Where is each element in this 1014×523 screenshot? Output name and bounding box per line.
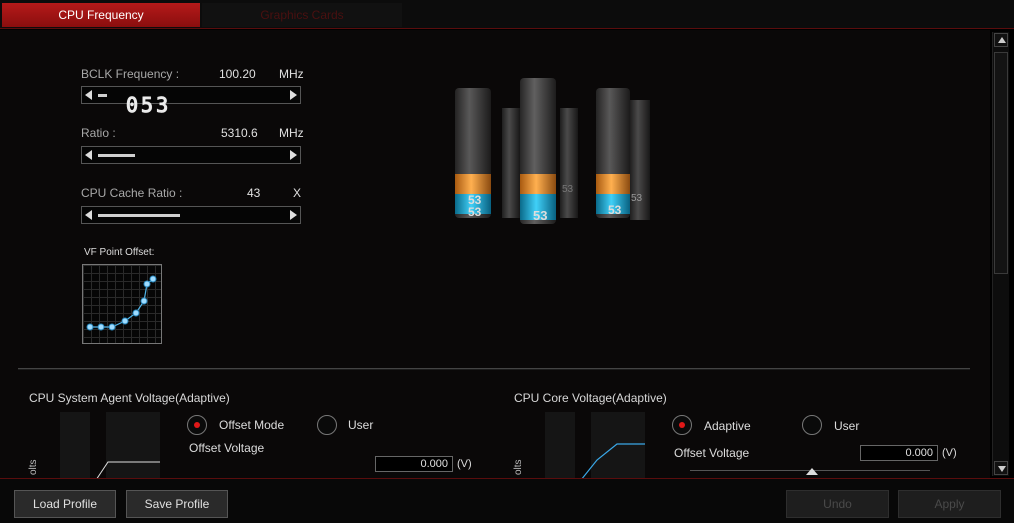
vf-curve-icon bbox=[86, 275, 157, 331]
ratio-seven-segment-display: 053 bbox=[125, 93, 172, 118]
bclk-decrease-arrow-icon[interactable] bbox=[85, 90, 92, 100]
cache-ratio-slider[interactable] bbox=[81, 206, 301, 224]
ratio-slider[interactable] bbox=[81, 146, 301, 164]
core-adaptive-mode-label: Adaptive bbox=[704, 419, 751, 433]
core-offset-voltage-label: Offset Voltage bbox=[674, 446, 750, 460]
scroll-up-arrow-icon[interactable] bbox=[994, 33, 1008, 47]
sa-offset-voltage-label: Offset Voltage bbox=[189, 441, 265, 455]
core-3-display: 53 bbox=[533, 208, 548, 223]
core-offset-voltage-input[interactable] bbox=[860, 445, 938, 461]
save-profile-button[interactable]: Save Profile bbox=[126, 490, 228, 518]
bottom-action-bar: Load Profile Save Profile Undo Apply bbox=[0, 478, 1014, 523]
ratio-slider-fill bbox=[98, 154, 135, 157]
tab-graphics-cards[interactable]: Graphics Cards bbox=[202, 3, 402, 27]
sa-offset-voltage-input[interactable] bbox=[375, 456, 453, 472]
bclk-slider[interactable] bbox=[81, 86, 301, 104]
cache-ratio-unit: X bbox=[293, 186, 302, 200]
core-adaptive-mode-radio[interactable] bbox=[672, 415, 692, 435]
ratio-increase-arrow-icon[interactable] bbox=[290, 150, 297, 160]
scroll-thumb[interactable] bbox=[994, 52, 1008, 274]
sa-user-mode-radio[interactable] bbox=[317, 415, 337, 435]
core-2-display: 53 bbox=[468, 205, 482, 219]
sa-voltage-graph bbox=[60, 412, 160, 478]
apply-button[interactable]: Apply bbox=[898, 490, 1001, 518]
core-voltage-graph bbox=[545, 412, 645, 478]
bclk-label: BCLK Frequency : bbox=[81, 67, 180, 81]
ratio-frequency-value: 5310.6 bbox=[221, 126, 258, 140]
ratio-unit: MHz bbox=[279, 126, 304, 140]
sa-offset-mode-label: Offset Mode bbox=[219, 418, 285, 432]
tab-cpu-frequency[interactable]: CPU Frequency bbox=[2, 3, 200, 27]
sa-offset-voltage-unit: (V) bbox=[457, 458, 472, 470]
core-user-mode-label: User bbox=[834, 419, 860, 433]
bclk-slider-fill bbox=[98, 94, 107, 97]
core-voltage-axis-label: olts bbox=[513, 459, 524, 475]
bclk-increase-arrow-icon[interactable] bbox=[290, 90, 297, 100]
sa-voltage-title: CPU System Agent Voltage(Adaptive) bbox=[29, 391, 230, 405]
main-panel: BCLK Frequency : 100.20 MHz Ratio : 053 … bbox=[0, 30, 990, 478]
bclk-unit: MHz bbox=[279, 67, 304, 81]
core-voltage-title: CPU Core Voltage(Adaptive) bbox=[514, 391, 667, 405]
core-5-display: 53 bbox=[608, 203, 622, 217]
ratio-decrease-arrow-icon[interactable] bbox=[85, 150, 92, 160]
sa-offset-mode-radio[interactable] bbox=[187, 415, 207, 435]
tab-bar: CPU Frequency Graphics Cards bbox=[0, 0, 1014, 29]
cache-increase-arrow-icon[interactable] bbox=[290, 210, 297, 220]
core-6-display: 53 bbox=[631, 193, 643, 204]
core-offset-slider-thumb-icon[interactable] bbox=[806, 468, 818, 475]
scroll-down-arrow-icon[interactable] bbox=[994, 461, 1008, 475]
bclk-value: 100.20 bbox=[219, 67, 256, 81]
vf-point-offset-graph[interactable] bbox=[82, 264, 162, 344]
cache-slider-fill bbox=[98, 214, 180, 217]
vertical-scrollbar[interactable] bbox=[992, 32, 1009, 476]
core-offset-voltage-unit: (V) bbox=[942, 447, 957, 459]
ratio-label: Ratio : bbox=[81, 126, 116, 140]
sa-user-mode-label: User bbox=[348, 418, 374, 432]
cache-ratio-label: CPU Cache Ratio : bbox=[81, 186, 183, 200]
core-user-mode-radio[interactable] bbox=[802, 415, 822, 435]
sa-voltage-axis-label: olts bbox=[28, 459, 39, 475]
section-divider bbox=[18, 368, 970, 370]
load-profile-button[interactable]: Load Profile bbox=[14, 490, 116, 518]
undo-button[interactable]: Undo bbox=[786, 490, 889, 518]
cache-decrease-arrow-icon[interactable] bbox=[85, 210, 92, 220]
cache-ratio-value: 43 bbox=[247, 186, 261, 200]
vf-point-offset-title: VF Point Offset: bbox=[84, 247, 155, 258]
core-4-display: 53 bbox=[562, 184, 574, 195]
